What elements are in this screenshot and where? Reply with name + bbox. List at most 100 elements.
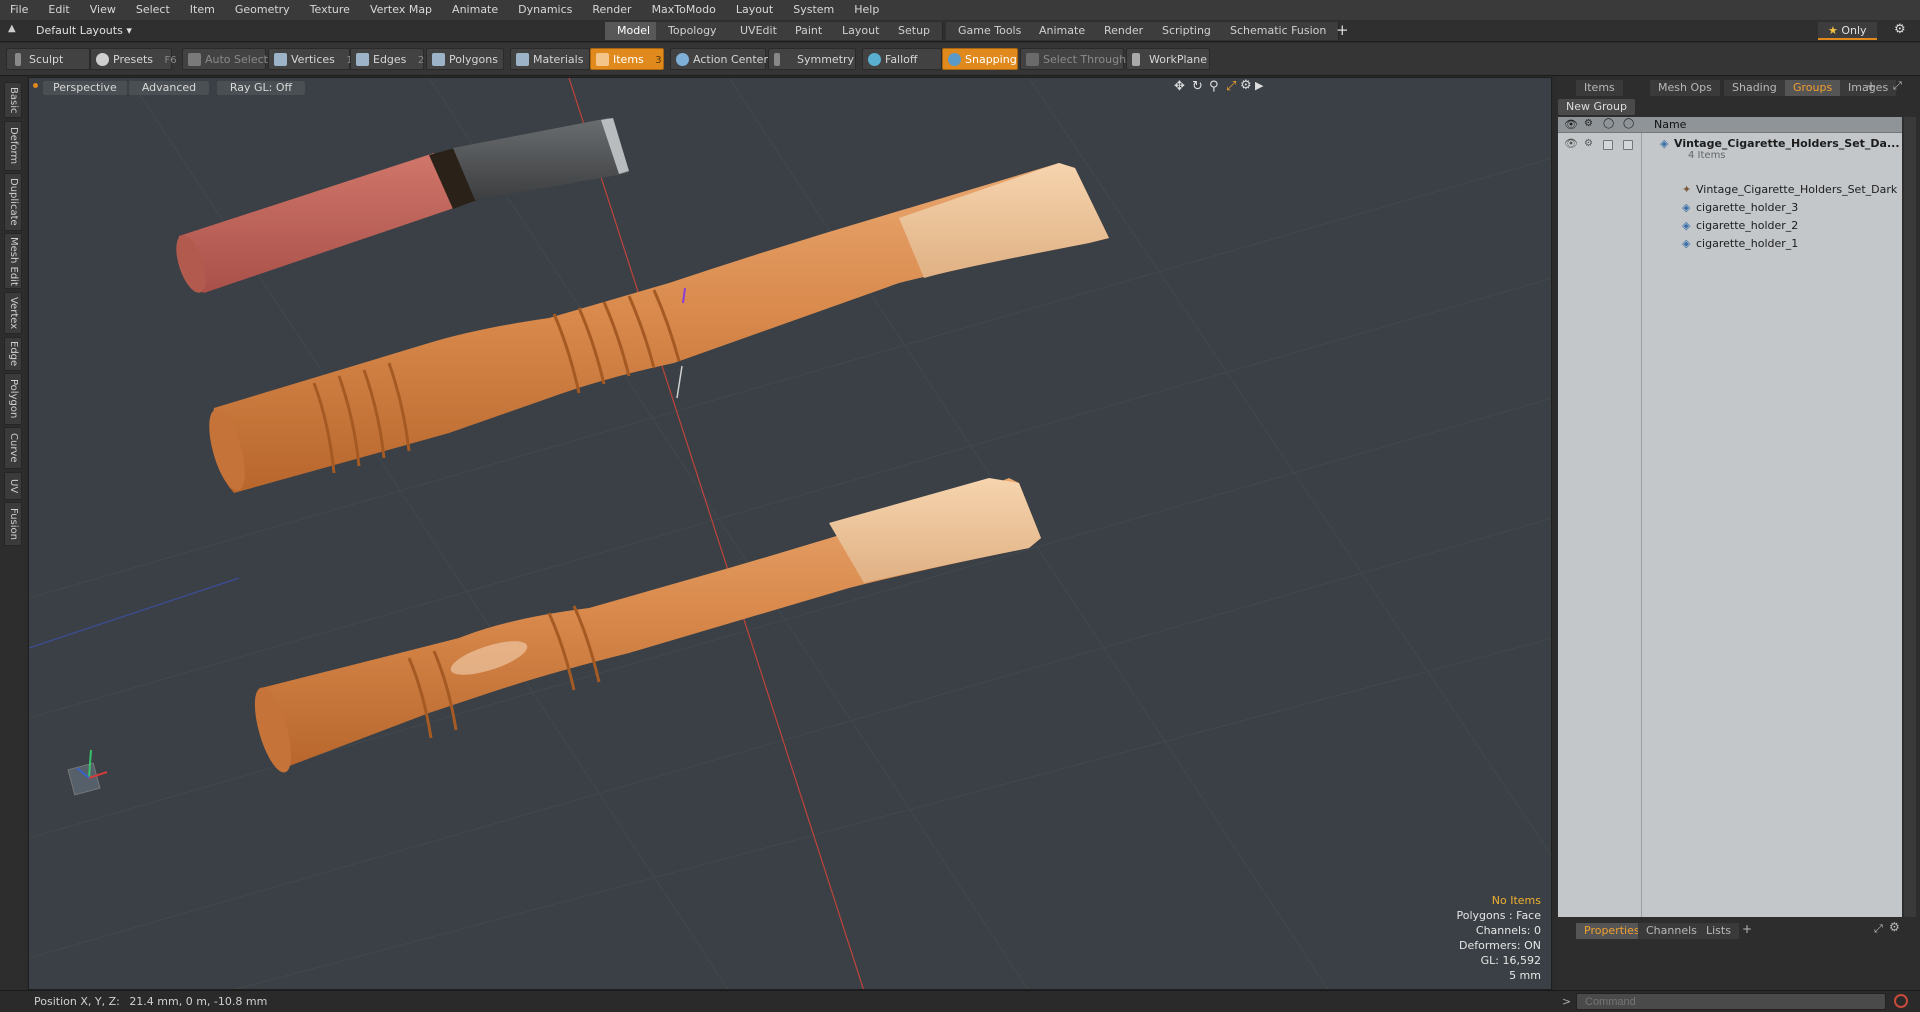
menu-item-vertex-map[interactable]: Vertex Map	[360, 0, 442, 20]
panel-tab-groups[interactable]: Groups	[1785, 80, 1841, 96]
viewport-canvas[interactable]	[29, 78, 1552, 990]
menu-item-item[interactable]: Item	[180, 0, 225, 20]
select-through-label: Select Through	[1043, 53, 1127, 66]
materials-button[interactable]: Materials	[510, 48, 590, 70]
3d-viewport[interactable]: Perspective Advanced Ray GL: Off ✥ ↻ ⚲ ⤢…	[28, 77, 1552, 990]
group-child-name: Vintage_Cigarette_Holders_Set_Dark	[1696, 183, 1898, 196]
left-tab-vertex[interactable]: Vertex	[4, 292, 22, 334]
name-column-header[interactable]: Name	[1654, 118, 1686, 131]
layout-tab-topology[interactable]: Topology	[656, 22, 730, 40]
layout-tab-paint[interactable]: Paint	[783, 22, 836, 40]
group-child-row[interactable]: ✦ Vintage_Cigarette_Holders_Set_Dark	[1558, 181, 1902, 199]
auto-select-button[interactable]: Auto Select	[182, 48, 268, 70]
symmetry-button[interactable]: Symmetry	[768, 48, 856, 70]
left-tab-duplicate[interactable]: Duplicate	[4, 173, 22, 231]
properties-tab-lists[interactable]: Lists	[1698, 923, 1739, 939]
edges-button[interactable]: Edges 2	[350, 48, 424, 70]
cigarette-holder-dark[interactable]	[170, 118, 629, 296]
layout-selector[interactable]: Default Layouts ▾	[28, 22, 140, 40]
only-toggle[interactable]: ★ Only	[1818, 22, 1877, 40]
vertices-button[interactable]: Vertices 1	[268, 48, 353, 70]
command-input[interactable]	[1576, 993, 1886, 1010]
layout-tab-setup[interactable]: Setup	[886, 22, 944, 40]
layout-tab-game-tools[interactable]: Game Tools	[946, 22, 1035, 40]
group-child-row[interactable]: ◈ cigarette_holder_3	[1558, 199, 1902, 217]
left-tab-fusion[interactable]: Fusion	[4, 502, 22, 546]
add-tab-icon[interactable]: +	[1336, 21, 1349, 39]
info-channels: Channels: 0	[1475, 924, 1541, 937]
properties-settings-icon[interactable]: ⚙	[1889, 920, 1900, 934]
menu-item-geometry[interactable]: Geometry	[225, 0, 300, 20]
gear-icon[interactable]: ⚙	[1894, 22, 1906, 37]
menu-item-dynamics[interactable]: Dynamics	[508, 0, 582, 20]
panel-tab-shading[interactable]: Shading	[1724, 80, 1785, 96]
falloff-button[interactable]: Falloff	[862, 48, 942, 70]
pivot-handle[interactable]	[676, 365, 683, 399]
menu-item-edit[interactable]: Edit	[38, 0, 79, 20]
group-child-row[interactable]: ◈ cigarette_holder_1	[1558, 235, 1902, 253]
layout-tab-layout[interactable]: Layout	[830, 22, 893, 40]
group-child-row[interactable]: ◈ cigarette_holder_2	[1558, 217, 1902, 235]
zoom-view-icon[interactable]: ⚲	[1209, 79, 1219, 94]
action-center-icon	[676, 53, 689, 66]
layout-tab-schematic-fusion[interactable]: Schematic Fusion	[1218, 22, 1340, 40]
view-perspective-dropdown[interactable]: Perspective	[43, 81, 127, 95]
menu-item-maxtomodo[interactable]: MaxToModo	[642, 0, 726, 20]
scrollbar[interactable]	[1904, 117, 1916, 917]
edges-count: 2	[417, 55, 425, 66]
position-label: Position X, Y, Z:	[34, 995, 120, 1008]
layout-menu-icon[interactable]: ▲	[8, 23, 20, 37]
snapping-button[interactable]: Snapping	[942, 48, 1018, 70]
menu-item-select[interactable]: Select	[126, 0, 180, 20]
properties-expand-icon[interactable]: ⤢	[1874, 922, 1883, 936]
new-group-button[interactable]: New Group	[1558, 99, 1635, 115]
presets-button[interactable]: Presets F6	[90, 48, 177, 70]
left-tab-uv[interactable]: UV	[4, 472, 22, 500]
layout-tab-render[interactable]: Render	[1092, 22, 1157, 40]
panel-tab-mesh-ops[interactable]: Mesh Ops	[1650, 80, 1720, 96]
add-panel-tab-icon[interactable]: +	[1866, 79, 1876, 93]
layout-tab-uvedit[interactable]: UVEdit	[728, 22, 790, 40]
left-tab-mesh-edit[interactable]: Mesh Edit	[4, 233, 22, 289]
menu-item-animate[interactable]: Animate	[442, 0, 508, 20]
menu-item-layout[interactable]: Layout	[726, 0, 783, 20]
rotate-view-icon[interactable]: ↻	[1192, 79, 1203, 94]
properties-tab-channels[interactable]: Channels	[1638, 923, 1705, 939]
polygons-button[interactable]: Polygons	[426, 48, 504, 70]
layout-tab-animate[interactable]: Animate	[1027, 22, 1099, 40]
record-icon[interactable]	[1894, 994, 1908, 1008]
command-prompt-icon: >	[1562, 995, 1572, 1008]
panel-tab-items[interactable]: Items	[1576, 80, 1623, 96]
layout-tab-model[interactable]: Model	[605, 22, 664, 40]
left-tab-deform[interactable]: Deform	[4, 121, 22, 171]
cigarette-holder-bottom[interactable]	[247, 478, 1041, 776]
viewport-settings-icon[interactable]: ⚙	[1240, 78, 1252, 93]
menu-item-texture[interactable]: Texture	[300, 0, 360, 20]
raygl-dropdown[interactable]: Ray GL: Off	[217, 81, 305, 95]
expand-panel-icon[interactable]: ⤢	[1893, 79, 1902, 93]
menu-item-view[interactable]: View	[80, 0, 126, 20]
left-tab-basic[interactable]: Basic	[4, 82, 22, 118]
layout-tab-scripting[interactable]: Scripting	[1150, 22, 1224, 40]
items-button[interactable]: Items 3	[590, 48, 664, 70]
sculpt-button[interactable]: Sculpt	[6, 48, 90, 70]
left-tab-edge[interactable]: Edge	[4, 337, 22, 371]
add-properties-tab-icon[interactable]: +	[1742, 922, 1752, 936]
menu-item-render[interactable]: Render	[582, 0, 641, 20]
move-view-icon[interactable]: ✥	[1174, 79, 1185, 94]
menu-item-system[interactable]: System	[783, 0, 844, 20]
viewport-menu-arrow-icon[interactable]: ▶	[1255, 79, 1263, 92]
action-center-button[interactable]: Action Center	[670, 48, 768, 70]
properties-tab-properties[interactable]: Properties	[1576, 923, 1648, 939]
only-label: Only	[1841, 24, 1867, 37]
left-tab-curve[interactable]: Curve	[4, 427, 22, 469]
shading-advanced-dropdown[interactable]: Advanced	[129, 81, 209, 95]
menu-item-help[interactable]: Help	[844, 0, 889, 20]
symmetry-icon	[774, 53, 780, 66]
left-tab-polygon[interactable]: Polygon	[4, 373, 22, 425]
maximize-view-icon[interactable]: ⤢	[1226, 79, 1236, 94]
workplane-button[interactable]: WorkPlane	[1126, 48, 1210, 70]
menu-item-file[interactable]: File	[0, 0, 38, 20]
select-through-button[interactable]: Select Through	[1020, 48, 1127, 70]
groups-list[interactable]: 👁 ⚙ ◯ ◯ Name 👁 ⚙ ◈ Vintage_Cigarette_Hol…	[1558, 117, 1902, 917]
